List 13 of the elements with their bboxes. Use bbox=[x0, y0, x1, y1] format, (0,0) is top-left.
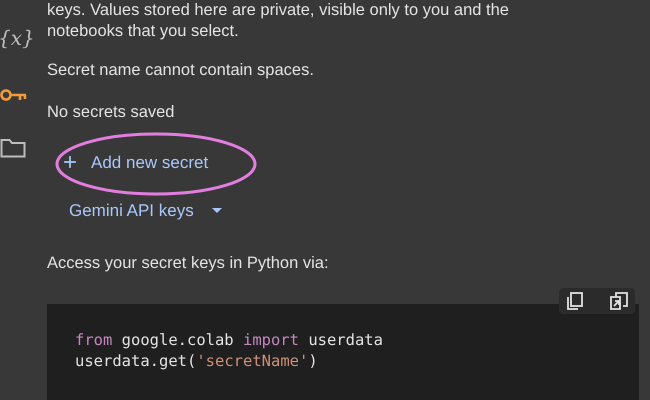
hint-text: Access your secret keys in Python via: bbox=[47, 253, 330, 274]
folder-icon[interactable] bbox=[0, 138, 26, 158]
rule-text: Secret name cannot contain spaces. bbox=[47, 60, 315, 81]
insert-icon[interactable] bbox=[609, 291, 629, 311]
copy-icon[interactable] bbox=[565, 291, 585, 311]
key-icon[interactable] bbox=[0, 88, 28, 102]
caret-icon bbox=[212, 208, 222, 214]
code-line: from google.colab import userdata bbox=[75, 330, 384, 351]
empty-state-text: No secrets saved bbox=[47, 102, 176, 123]
variables-icon[interactable]: {x} bbox=[0, 24, 35, 52]
description-text: keys. Values stored here are private, visible only to you and the notebooks that you select. bbox=[47, 0, 510, 42]
api-keys-dropdown[interactable]: Gemini API keys bbox=[69, 197, 222, 225]
code-line: userdata.get('secretName') bbox=[75, 351, 319, 372]
